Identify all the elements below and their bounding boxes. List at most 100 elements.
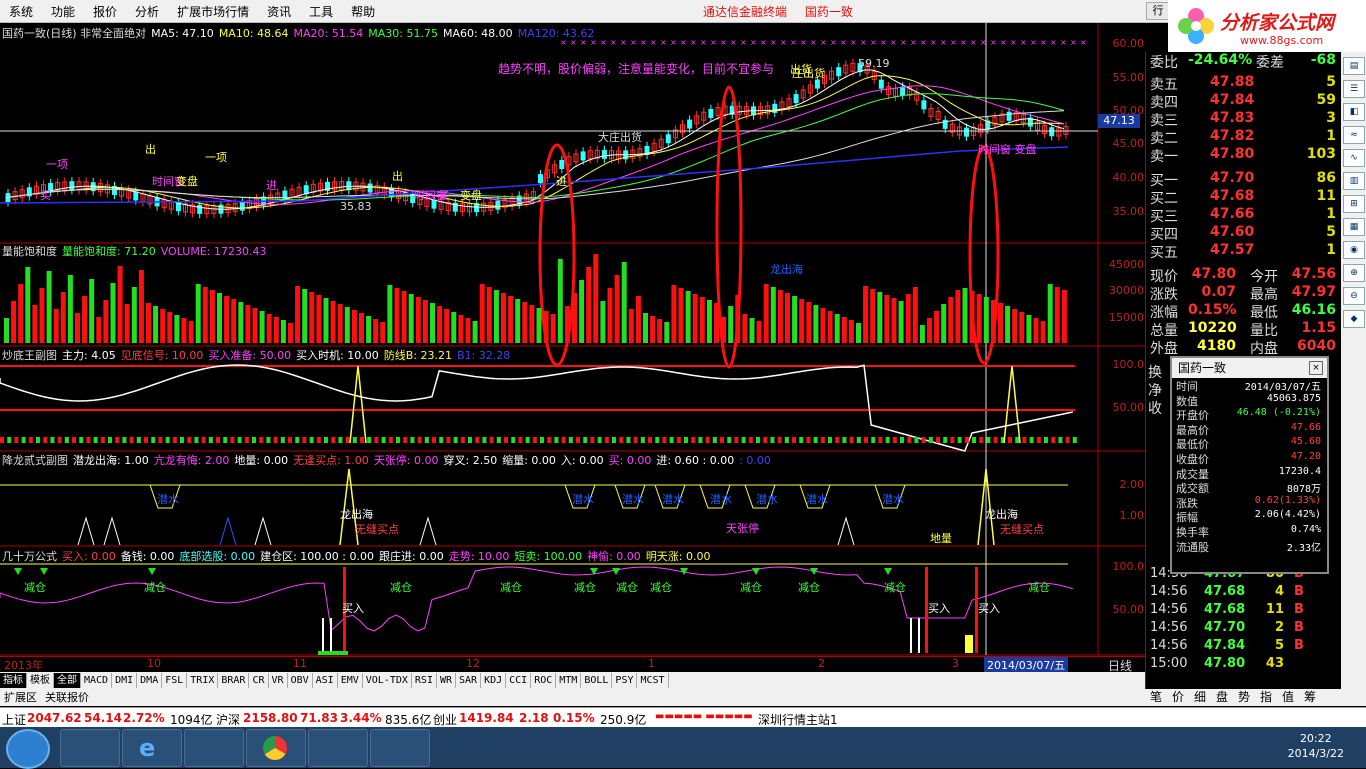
popup-close-icon[interactable]: ×	[1309, 361, 1323, 375]
indicator-tab-23[interactable]: PSY	[612, 673, 638, 688]
volume-bar	[408, 294, 414, 343]
chart-area[interactable]: × × × × × × × × × × × × × × × × × × × × × × × × × × × × × × × × × × × × × × × ×…	[0, 23, 1145, 656]
menu-5[interactable]: 资讯	[258, 0, 300, 23]
ext-tab-1[interactable]: 关联报价	[41, 689, 93, 706]
top-marker: ×	[710, 38, 717, 47]
toolbar-icon-3[interactable]: ◧	[1343, 103, 1365, 121]
menu-7[interactable]: 帮助	[342, 0, 384, 23]
menu-3[interactable]: 分析	[126, 0, 168, 23]
indicator-tab-15[interactable]: RSI	[412, 673, 437, 688]
volume-bar	[671, 285, 677, 343]
volume-bar	[742, 314, 748, 343]
sz-label: 沪深	[216, 713, 241, 727]
indicator-tab-24[interactable]: MCST	[637, 673, 669, 688]
right-tab-0[interactable]: 笔	[1145, 689, 1167, 706]
toolbar-icon-5[interactable]: ∿	[1343, 149, 1365, 167]
menu-1[interactable]: 功能	[42, 0, 84, 23]
top-marker: ×	[850, 38, 857, 47]
indicator-tab-4[interactable]: DMI	[112, 673, 138, 688]
volume-bar	[131, 287, 137, 343]
popup-value-11: 2.33亿	[1286, 542, 1321, 554]
tdx-task-icon[interactable]	[370, 729, 430, 767]
ext-tab-0[interactable]: 扩展区	[0, 689, 41, 706]
water-label-3: 潜水	[662, 492, 684, 506]
indicator-tab-10[interactable]: VR	[269, 673, 288, 688]
toolbar-icon-6[interactable]: ▥	[1343, 172, 1365, 190]
indicator-tab-22[interactable]: BOLL	[581, 673, 613, 688]
right-tab-4[interactable]: 势	[1233, 689, 1255, 706]
indicator-tab-8[interactable]: BRAR	[218, 673, 250, 688]
indicator-tab-13[interactable]: EMV	[338, 673, 363, 688]
indicator-tab-21[interactable]: MTM	[556, 673, 582, 688]
indicator-tab-14[interactable]: VOL-TDX	[363, 673, 412, 688]
indicator-tab-17[interactable]: SAR	[456, 673, 482, 688]
clock[interactable]: 20:22 2014/3/22	[1288, 731, 1344, 761]
menu-6[interactable]: 工具	[300, 0, 342, 23]
indicator-tab-16[interactable]: WR	[437, 673, 457, 688]
word-task-icon[interactable]	[308, 729, 368, 767]
popup-title-bar[interactable]: 国药一致 ×	[1172, 358, 1327, 378]
stat-label-a-2: 涨幅	[1150, 305, 1178, 321]
toolbar-icon-8[interactable]: ▦	[1343, 218, 1365, 236]
volume-bar	[273, 317, 279, 343]
toolbar-icon-7[interactable]: ⊞	[1343, 195, 1365, 213]
indicator-tab-11[interactable]: OBV	[288, 673, 313, 688]
data-popup[interactable]: 国药一致 × 时间 2014/03/07/五 数值 45063.875 开盘价 46.48…	[1170, 356, 1329, 574]
menu-2[interactable]: 报价	[84, 0, 126, 23]
stat-row-3: 总量 10220 量比 1.15	[1148, 320, 1340, 339]
indicator-tab-9[interactable]: CR	[249, 673, 269, 688]
volume-annotation: 龙出海	[770, 263, 803, 276]
toolbar-icon-11[interactable]: ⊖	[1343, 287, 1365, 305]
right-tab-6[interactable]: 值	[1277, 689, 1299, 706]
menu-0[interactable]: 系统	[0, 0, 42, 23]
ind1-signal-bar	[655, 437, 660, 443]
indicator-tab-19[interactable]: CCI	[506, 673, 532, 688]
volume-bar	[912, 287, 918, 343]
chart-label-11: 变盘	[460, 188, 482, 202]
ie-task-icon[interactable]: e	[122, 729, 182, 767]
indicator-tab-1[interactable]: 模板	[27, 673, 54, 688]
top-marker: ×	[630, 38, 637, 47]
indicator-tab-12[interactable]: ASI	[313, 673, 338, 688]
chrome-task-icon[interactable]	[246, 729, 306, 767]
toolbar-icon-1[interactable]: ▤	[1343, 57, 1365, 75]
restore-button[interactable]: 行	[1146, 2, 1170, 20]
time-tick-4: 1	[648, 657, 655, 670]
ind2-peak-3	[419, 516, 437, 546]
tick-vol-4: 5	[1274, 638, 1284, 653]
toolbar-icon-2[interactable]: ☰	[1343, 80, 1365, 98]
ind1-signal-bar	[43, 437, 48, 443]
volume-bar	[394, 288, 400, 343]
indicator-tab-3[interactable]: MACD	[81, 673, 113, 688]
top-marker: ×	[830, 38, 837, 47]
indicator-tab-0[interactable]: 指标	[0, 673, 27, 688]
right-tab-7[interactable]: 筹	[1299, 689, 1321, 706]
toolbar-icon-4[interactable]: ≈	[1343, 126, 1365, 144]
toolbar-icon-12[interactable]: ◆	[1343, 310, 1365, 328]
indicator-tab-6[interactable]: FSL	[162, 673, 188, 688]
ind1-signal-bar	[554, 437, 559, 443]
stat-value-a-4: 4180	[1197, 338, 1236, 354]
indicator-tab-7[interactable]: TRIX	[187, 673, 219, 688]
toolbar-icon-10[interactable]: ⊕	[1343, 264, 1365, 282]
menu-4[interactable]: 扩展市场行情	[168, 0, 258, 23]
right-tab-1[interactable]: 价	[1167, 689, 1189, 706]
start-button[interactable]	[6, 729, 50, 769]
right-tab-3[interactable]: 盘	[1211, 689, 1233, 706]
toolbar-icon-9[interactable]: ◉	[1343, 241, 1365, 259]
tick-row-4: 14:56 47.84 5 B	[1148, 638, 1340, 656]
right-tab-2[interactable]: 细	[1189, 689, 1211, 706]
indicator-tab-20[interactable]: ROC	[531, 673, 557, 688]
sh-pct: 2.72%	[123, 711, 165, 725]
media-task-icon[interactable]	[184, 729, 244, 767]
volume-bar	[46, 271, 52, 343]
ind1-signal-bar	[576, 437, 580, 443]
indicator-tab-5[interactable]: DMA	[137, 673, 163, 688]
server-name[interactable]: 深圳行情主站1	[758, 711, 838, 728]
right-tab-5[interactable]: 指	[1255, 689, 1277, 706]
volume-legend: 量能饱和度 量能饱和度: 71.20 VOLUME: 17230.43	[2, 243, 276, 259]
ind1-signal-bar	[64, 437, 69, 443]
explorer-task-icon[interactable]	[60, 729, 120, 767]
indicator-tab-2[interactable]: 全部	[54, 673, 81, 688]
indicator-tab-18[interactable]: KDJ	[481, 673, 507, 688]
